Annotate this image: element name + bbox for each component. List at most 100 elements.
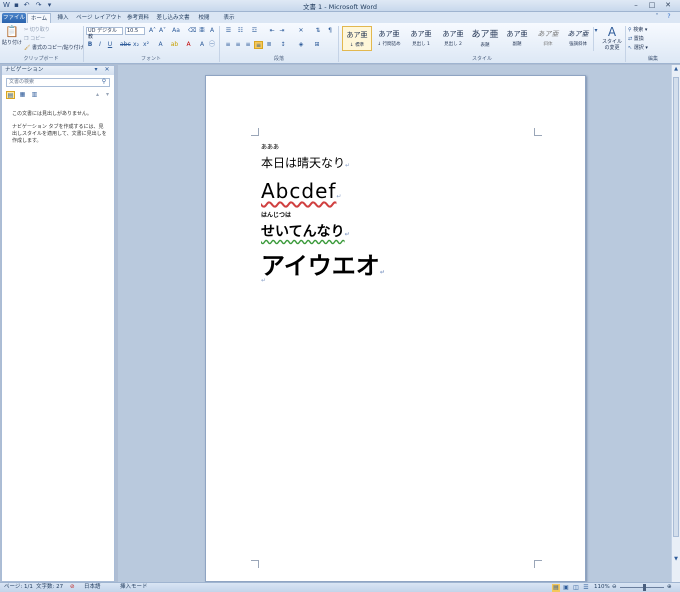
search-icon[interactable]: ⚲: [100, 78, 108, 86]
highlight-icon[interactable]: ab: [170, 41, 179, 49]
language-indicator[interactable]: 日本語: [84, 583, 101, 592]
empty-paragraph[interactable]: ↵: [261, 277, 266, 284]
select-button[interactable]: ↖ 選択 ▾: [628, 44, 648, 51]
pane-close-icon[interactable]: ✕: [103, 66, 111, 74]
superscript-icon[interactable]: x²: [142, 41, 150, 49]
page-count[interactable]: ページ: 1/1: [4, 583, 33, 592]
outline-icon[interactable]: ☰: [582, 584, 590, 592]
enclose-char-icon[interactable]: ㊀: [208, 41, 216, 49]
style-no-spacing[interactable]: あア亜 ↓ 行間詰め: [374, 26, 404, 51]
next-icon[interactable]: ▾: [104, 91, 111, 99]
maximize-icon[interactable]: □: [644, 0, 660, 11]
asian-layout-icon[interactable]: ✕: [296, 27, 306, 35]
paste-button[interactable]: 📋 貼り付け: [2, 25, 22, 46]
styles-scroll-icon[interactable]: ▾: [593, 27, 598, 51]
document-line[interactable]: せいてんなり↵: [261, 221, 350, 241]
ribbon-minimize-icon[interactable]: ˄: [652, 13, 662, 21]
increase-indent-icon[interactable]: ⇥: [278, 27, 286, 35]
paragraph-mark-icon: ↵: [379, 269, 385, 276]
pane-options-icon[interactable]: ▾: [92, 66, 100, 74]
style-normal[interactable]: あア亜 ↓ 標準: [342, 26, 372, 51]
align-left-icon[interactable]: ≡: [224, 41, 232, 49]
multilevel-list-icon[interactable]: ☲: [250, 27, 259, 35]
strikethrough-icon[interactable]: abc: [120, 41, 131, 49]
numbering-icon[interactable]: ☷: [236, 27, 245, 35]
no-headings-message: この文書には見出しがありません。: [12, 111, 92, 117]
style-subtle-emphasis[interactable]: あア亜 斜体: [534, 26, 562, 51]
tab-view[interactable]: 表示: [218, 13, 240, 23]
font-size-combo[interactable]: 10.5: [125, 27, 145, 35]
zoom-level[interactable]: 110%: [594, 583, 610, 592]
decrease-indent-icon[interactable]: ⇤: [268, 27, 276, 35]
tab-home[interactable]: ホーム: [27, 13, 51, 23]
previous-icon[interactable]: ▴: [94, 91, 101, 99]
tab-references[interactable]: 参考資料: [124, 13, 152, 23]
shrink-font-icon[interactable]: A˅: [158, 27, 167, 35]
proofing-icon[interactable]: ⊘: [70, 583, 75, 592]
cut-button[interactable]: ✂ 切り取り: [24, 26, 50, 33]
document-search-input[interactable]: 文書の検索: [6, 78, 110, 87]
bold-icon[interactable]: B: [86, 41, 94, 49]
print-layout-icon[interactable]: ▤: [552, 584, 560, 592]
subscript-icon[interactable]: x₂: [132, 41, 140, 49]
browse-pages-icon[interactable]: ▦: [18, 91, 27, 99]
char-border-icon[interactable]: A: [208, 27, 216, 35]
document-line[interactable]: 本日は晴天なり↵: [261, 154, 350, 171]
style-emphasis[interactable]: あア亜 強調斜体: [564, 26, 592, 51]
zoom-in-icon[interactable]: ⊕: [667, 583, 672, 592]
line-spacing-icon[interactable]: ↕: [278, 41, 288, 49]
web-layout-icon[interactable]: ◫: [572, 584, 580, 592]
style-heading-2[interactable]: あア亜 見出し 2: [438, 26, 468, 51]
bullets-icon[interactable]: ☰: [224, 27, 233, 35]
grow-font-icon[interactable]: A˄: [148, 27, 157, 35]
shading-icon[interactable]: ◈: [296, 41, 306, 49]
zoom-out-icon[interactable]: ⊖: [612, 583, 617, 592]
minimize-icon[interactable]: –: [628, 0, 644, 11]
tab-mailings[interactable]: 差し込み文書: [155, 13, 191, 23]
change-styles-button[interactable]: A スタイルの変更: [600, 25, 624, 51]
document-page[interactable]: あああ 本日は晴天なり↵ Abcdef↵ はんじつは せいてんなり↵ アイウエオ…: [205, 75, 586, 582]
distributed-icon[interactable]: ≣: [265, 41, 273, 49]
find-button[interactable]: ⚲ 検索 ▾: [628, 26, 647, 33]
font-color-icon[interactable]: A: [184, 41, 193, 49]
help-icon[interactable]: ?: [664, 13, 674, 21]
style-title[interactable]: あア亜 表題: [470, 26, 500, 51]
replace-button[interactable]: ⇄ 置換: [628, 35, 644, 42]
clear-format-icon[interactable]: ⌫: [188, 27, 196, 35]
change-case-icon[interactable]: Aa: [170, 27, 182, 35]
copy-button[interactable]: ❐ コピー: [24, 35, 45, 42]
zoom-slider-thumb[interactable]: [643, 584, 646, 591]
format-painter-button[interactable]: 🖌 書式のコピー/貼り付け: [24, 44, 84, 51]
show-marks-icon[interactable]: ¶: [326, 27, 334, 35]
align-center-icon[interactable]: ≡: [234, 41, 242, 49]
borders-icon[interactable]: ⊞: [312, 41, 322, 49]
word-count[interactable]: 文字数: 27: [36, 583, 63, 592]
scroll-thumb[interactable]: [673, 77, 679, 537]
document-line[interactable]: Abcdef↵: [261, 179, 342, 203]
style-subtitle[interactable]: あア亜 副題: [502, 26, 532, 51]
text-effects-icon[interactable]: A: [156, 41, 165, 49]
justify-icon[interactable]: ≡: [254, 41, 263, 49]
tab-page-layout[interactable]: ページ レイアウト: [76, 13, 122, 23]
underline-icon[interactable]: U: [106, 41, 114, 49]
vertical-scrollbar[interactable]: ▲ ▼: [671, 65, 680, 582]
char-shading-icon[interactable]: A: [198, 41, 206, 49]
tab-review[interactable]: 校閲: [193, 13, 215, 23]
insert-mode-indicator[interactable]: 挿入モード: [120, 583, 148, 592]
zoom-slider[interactable]: [620, 587, 664, 588]
tab-file[interactable]: ファイル: [2, 13, 26, 23]
italic-icon[interactable]: I: [96, 41, 104, 49]
full-screen-icon[interactable]: ▣: [562, 584, 570, 592]
font-name-combo[interactable]: UD デジタル 教: [86, 27, 123, 40]
scroll-up-icon[interactable]: ▲: [672, 65, 680, 73]
scroll-down-icon[interactable]: ▼: [672, 555, 680, 563]
browse-headings-icon[interactable]: ▤: [6, 91, 15, 99]
phonetic-guide-icon[interactable]: 亜: [198, 27, 206, 35]
close-icon[interactable]: ✕: [660, 0, 676, 11]
tab-insert[interactable]: 挿入: [53, 13, 73, 23]
browse-results-icon[interactable]: ▥: [30, 91, 39, 99]
align-right-icon[interactable]: ≡: [244, 41, 252, 49]
style-heading-1[interactable]: あア亜 見出し 1: [406, 26, 436, 51]
sort-icon[interactable]: ⇅: [314, 27, 322, 35]
document-line[interactable]: アイウエオ↵: [261, 246, 385, 281]
